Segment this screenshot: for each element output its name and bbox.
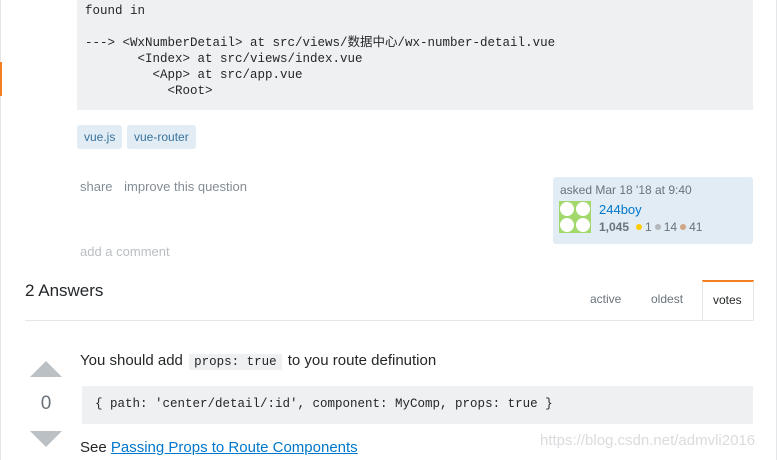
reputation-score: 1,045 (599, 220, 630, 234)
tab-votes-label: votes (713, 293, 742, 307)
add-comment-link[interactable]: add a comment (80, 244, 170, 259)
see-prefix: See (80, 439, 107, 456)
question-code-block: found in ---> <WxNumberDetail> at src/vi… (77, 0, 753, 110)
inline-code: props: true (189, 354, 282, 370)
tab-votes[interactable]: votes (702, 280, 754, 321)
passing-props-link[interactable]: Passing Props to Route Components (111, 439, 358, 456)
silver-badge-count: 14 (663, 220, 678, 234)
code-line: <App> at src/app.vue (85, 68, 303, 82)
post-menu: share improve this question (80, 179, 255, 194)
answer-text-after: to you route definution (287, 352, 437, 369)
vote-down-icon[interactable] (30, 431, 62, 447)
answer-code: { path: 'center/detail/:id', component: … (95, 397, 553, 411)
answer-see-line: See Passing Props to Route Components (80, 439, 358, 456)
tabs-divider (25, 320, 753, 321)
answer-text: You should add props: true to you route … (80, 352, 437, 370)
tab-oldest[interactable]: oldest (651, 292, 683, 306)
tag-vuejs[interactable]: vue.js (77, 125, 123, 149)
bronze-badge-icon (680, 224, 687, 231)
code-line: found in (85, 4, 146, 18)
bronze-badge-count: 41 (689, 220, 703, 234)
watermark: https://blog.csdn.net/admvli2016 (540, 432, 756, 449)
code-line: <Root> (85, 84, 213, 98)
avatar[interactable] (559, 201, 591, 233)
gold-badge-icon (636, 224, 643, 231)
tab-active[interactable]: active (590, 292, 621, 306)
answer-code-block: { path: 'center/detail/:id', component: … (82, 386, 753, 424)
user-stats: 1,045 1 14 41 (599, 220, 702, 234)
share-link[interactable]: share (80, 179, 113, 194)
vote-up-icon[interactable] (30, 361, 62, 377)
owner-card: asked Mar 18 '18 at 9:40 244boy 1,045 1 14… (553, 177, 753, 244)
user-name-link[interactable]: 244boy (599, 202, 642, 217)
answers-count-heading: 2 Answers (25, 281, 104, 300)
code-line: <Index> at src/views/index.vue (85, 52, 363, 66)
vote-count: 0 (40, 393, 52, 414)
code-line: ---> <WxNumberDetail> at src/views/数据中心/… (85, 36, 556, 50)
improve-question-link[interactable]: improve this question (124, 179, 247, 194)
left-accent-mark (0, 62, 2, 96)
asked-date: asked Mar 18 '18 at 9:40 (560, 183, 692, 197)
answer-text-before: You should add (80, 352, 183, 369)
gold-badge-count: 1 (645, 220, 652, 234)
tag-vue-router[interactable]: vue-router (127, 125, 196, 149)
silver-badge-icon (654, 224, 661, 231)
